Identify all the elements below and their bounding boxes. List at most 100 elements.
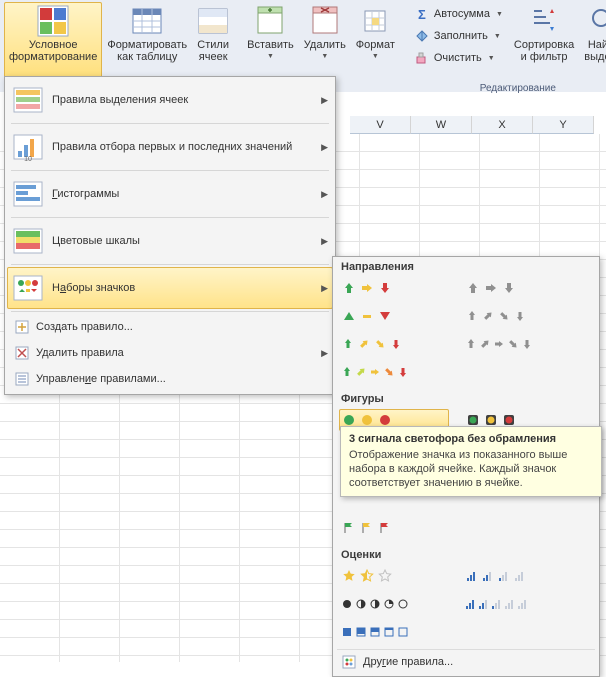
- label: Правила отбора первых и последних значен…: [52, 141, 317, 153]
- chevron-down-icon: ▼: [496, 11, 503, 18]
- icon-set-5-arrows-gray[interactable]: [463, 333, 573, 355]
- find-icon: [588, 5, 606, 37]
- col-header[interactable]: V: [350, 116, 411, 134]
- insert-button[interactable]: Вставить ▼: [242, 2, 299, 82]
- col-header[interactable]: W: [411, 116, 472, 134]
- label: Формат: [356, 39, 395, 51]
- chevron-right-icon: ▶: [321, 95, 328, 106]
- highlight-cells-rules-item[interactable]: Правила выделения ячеек ▶: [7, 79, 333, 121]
- label: Стили ячеек: [197, 39, 229, 63]
- label: Удалить правила: [36, 347, 317, 359]
- chevron-right-icon: ▶: [321, 142, 328, 153]
- label: Форматировать как таблицу: [107, 39, 187, 63]
- icon-set-3-arrows-colored[interactable]: [339, 277, 449, 299]
- tooltip: 3 сигнала светофора без обрамления Отобр…: [340, 426, 602, 497]
- label: Автосумма: [434, 8, 490, 20]
- chevron-down-icon: ▼: [488, 55, 495, 62]
- delete-button[interactable]: Удалить ▼: [299, 2, 351, 82]
- label: Создать правило...: [36, 321, 328, 333]
- group-label: Редактирование: [408, 82, 606, 96]
- manage-rules-item[interactable]: Управление правилами...: [7, 366, 333, 392]
- fill-icon: [414, 28, 430, 44]
- section-shapes: Фигуры: [333, 389, 599, 407]
- icon-set-5-boxes[interactable]: [339, 621, 449, 643]
- color-scales-item[interactable]: Цветовые шкалы ▶: [7, 220, 333, 262]
- styles-icon: [197, 5, 229, 37]
- label: Найти выдели: [584, 39, 606, 63]
- icon-set-4-arrows-colored[interactable]: [339, 333, 449, 355]
- label: Другие правила...: [363, 656, 453, 668]
- format-icon: [359, 5, 391, 37]
- format-button[interactable]: Формат ▼: [351, 2, 400, 82]
- top-bottom-rules-item[interactable]: 10 Правила отбора первых и последних зна…: [7, 126, 333, 168]
- col-header[interactable]: Y: [533, 116, 594, 134]
- icon-set-5-quarters[interactable]: [339, 593, 449, 615]
- chevron-right-icon: ▶: [321, 283, 328, 294]
- chevron-right-icon: ▶: [321, 236, 328, 247]
- new-rule-icon: [12, 317, 32, 337]
- icon-sets-item[interactable]: Наборы значков ▶: [7, 267, 333, 309]
- autosum-button[interactable]: Σ Автосумма ▼: [412, 4, 505, 24]
- icon-sets-icon: [12, 272, 44, 304]
- clear-rules-icon: [12, 343, 32, 363]
- chevron-down-icon: ▼: [494, 33, 501, 40]
- svg-text:10: 10: [24, 156, 32, 163]
- label: Условное форматирование: [9, 39, 97, 63]
- label: Заполнить: [434, 30, 488, 42]
- data-bars-icon: [12, 178, 44, 210]
- label: Правила выделения ячеек: [52, 94, 317, 106]
- new-rule-item[interactable]: Создать правило...: [7, 314, 333, 340]
- label: Наборы значков: [52, 282, 317, 294]
- label: Гистограммы: [52, 188, 317, 200]
- conditional-formatting-menu: Правила выделения ячеек ▶ 10 Правила отб…: [4, 76, 336, 395]
- sum-icon: Σ: [414, 6, 430, 22]
- table-icon: [131, 5, 163, 37]
- section-ratings: Оценки: [333, 545, 599, 563]
- icon-set-3-stars[interactable]: [339, 565, 449, 587]
- chevron-right-icon: ▶: [321, 348, 328, 359]
- sort-filter-icon: [528, 5, 560, 37]
- find-select-button[interactable]: Найти выдели: [579, 2, 606, 82]
- label: Удалить: [304, 39, 346, 51]
- icon-set-4-ratings-bars[interactable]: [463, 565, 573, 587]
- more-rules-item[interactable]: Другие правила...: [333, 650, 599, 674]
- label: Сортировка и фильтр: [514, 39, 574, 63]
- cell-styles-button[interactable]: Стили ячеек: [192, 2, 234, 82]
- label: Цветовые шкалы: [52, 235, 317, 247]
- fill-button[interactable]: Заполнить ▼: [412, 26, 505, 46]
- conditional-formatting-icon: [37, 5, 69, 37]
- icon-set-3-triangles[interactable]: [339, 305, 449, 327]
- clear-button[interactable]: Очистить ▼: [412, 48, 505, 68]
- column-headers: V W X Y: [350, 116, 594, 134]
- data-bars-item[interactable]: Гистограммы ▶: [7, 173, 333, 215]
- manage-rules-icon: [12, 369, 32, 389]
- group-editing: Σ Автосумма ▼ Заполнить ▼ Очистить: [404, 0, 606, 92]
- tooltip-body: Отображение значка из показанного выше н…: [349, 449, 593, 490]
- top-bottom-icon: 10: [12, 131, 44, 163]
- format-as-table-button[interactable]: Форматировать как таблицу: [102, 2, 192, 82]
- clear-icon: [414, 50, 430, 66]
- chevron-down-icon: ▼: [267, 53, 274, 61]
- insert-icon: [254, 5, 286, 37]
- icon-set-4-arrows-gray[interactable]: [463, 305, 573, 327]
- chevron-down-icon: ▼: [372, 53, 379, 61]
- col-header[interactable]: X: [472, 116, 533, 134]
- sort-filter-button[interactable]: Сортировка и фильтр: [509, 2, 579, 82]
- color-scales-icon: [12, 225, 44, 257]
- conditional-formatting-button[interactable]: Условное форматирование: [4, 2, 102, 82]
- tooltip-title: 3 сигнала светофора без обрамления: [349, 433, 593, 445]
- icon-set-5-ratings-bars[interactable]: [463, 593, 573, 615]
- label: Управление правилами...: [36, 373, 328, 385]
- label: Очистить: [434, 52, 482, 64]
- delete-icon: [309, 5, 341, 37]
- section-directions: Направления: [333, 257, 599, 275]
- chevron-right-icon: ▶: [321, 189, 328, 200]
- highlight-rules-icon: [12, 84, 44, 116]
- label: Вставить: [247, 39, 294, 51]
- more-rules-icon: [341, 654, 357, 670]
- clear-rules-item[interactable]: Удалить правила ▶: [7, 340, 333, 366]
- icon-set-3-flags[interactable]: [339, 517, 449, 539]
- icon-set-3-arrows-gray[interactable]: [463, 277, 573, 299]
- icon-set-5-arrows-colored[interactable]: [339, 361, 449, 383]
- chevron-down-icon: ▼: [321, 53, 328, 61]
